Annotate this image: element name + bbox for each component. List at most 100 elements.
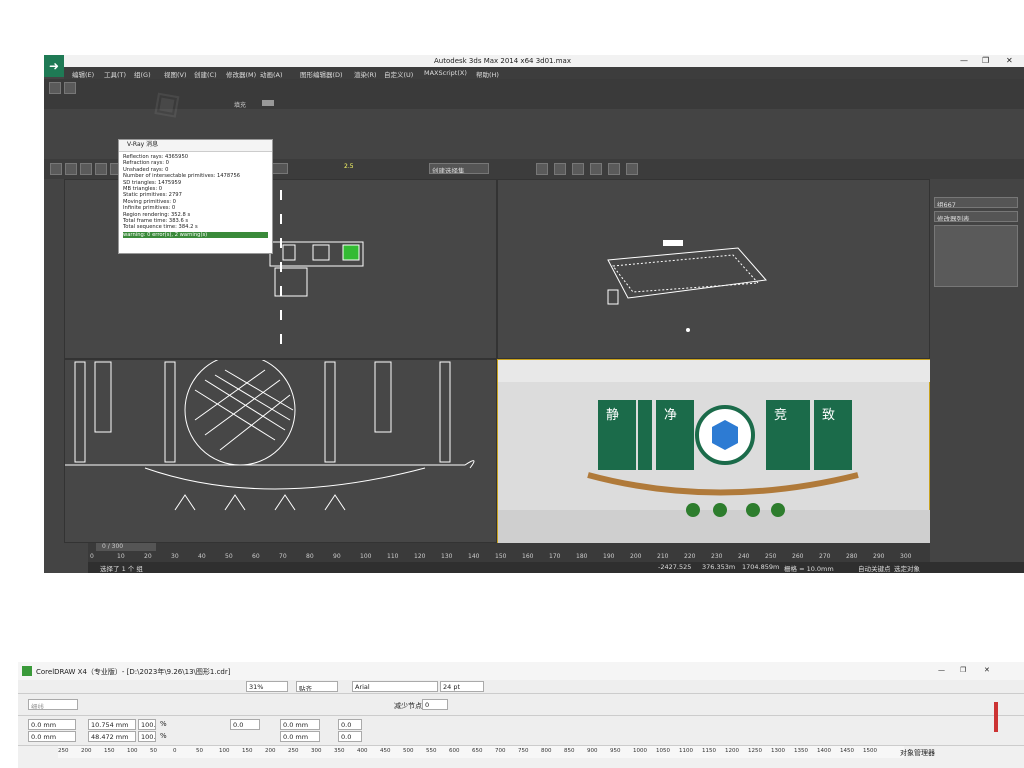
cdr-ruler-tick: 1350 — [794, 748, 808, 754]
toolbar-tool-icon[interactable] — [554, 163, 566, 175]
ruler-tick: 110 — [387, 553, 399, 560]
scale-x[interactable]: 100.0 — [138, 719, 156, 730]
cdr-ruler-tick: 900 — [587, 748, 598, 754]
offset-2-field[interactable]: 0.0 — [338, 731, 362, 742]
scale-x-unit: % — [160, 720, 167, 728]
toolbar-tool-icon[interactable] — [626, 163, 638, 175]
menu-item[interactable]: 图形编辑器(D) — [300, 69, 343, 79]
ruler-tick: 160 — [522, 553, 534, 560]
cdr-ruler-tick: 50 — [150, 748, 157, 754]
toolbar-tool-icon[interactable] — [590, 163, 602, 175]
cdr-ruler-tick: 400 — [357, 748, 368, 754]
status-bar: 选择了 1 个 组 -2427.525 376.353m 1704.859m 栅… — [88, 562, 1024, 573]
autokey-button[interactable]: 自动关键点 — [858, 563, 891, 573]
offset-1-field[interactable]: 0.0 — [338, 719, 362, 730]
menu-item[interactable]: 修改器(M) — [226, 69, 256, 79]
x-field[interactable]: 0.0 mm — [28, 719, 76, 730]
max-ribbon-tabs: 填充 — [44, 97, 1024, 109]
cdr-title: CorelDRAW X4（专业版）- [D:\2023年\9.26\13\图形1… — [36, 668, 231, 676]
coord-x[interactable]: -2427.525 — [658, 563, 691, 571]
vray-title: V-Ray 消息 — [119, 140, 272, 152]
font-size[interactable]: 24 pt — [440, 681, 484, 692]
ruler-tick: 60 — [252, 553, 260, 560]
menu-item[interactable]: 自定义(U) — [384, 69, 413, 79]
font-name[interactable]: Arial — [352, 681, 438, 692]
menu-item[interactable]: 帮助(H) — [476, 69, 499, 79]
timeline[interactable]: 0 / 300 0 10 20 30 40 50 60 70 80 90 100 110 120 130 1… — [88, 543, 930, 563]
toolbar-tool-icon[interactable] — [608, 163, 620, 175]
viewport-camera-render[interactable]: 静 净 竞 致 — [497, 359, 931, 544]
cdr-close-icon[interactable]: ✕ — [984, 666, 990, 674]
ruler-tick: 260 — [792, 553, 804, 560]
coord-z[interactable]: 1704.859m — [742, 563, 779, 571]
toolbar-tool-icon[interactable] — [65, 163, 77, 175]
pos-y-field[interactable]: 0.0 mm — [280, 731, 320, 742]
snap-dropdown[interactable]: 贴齐 — [296, 681, 338, 692]
menu-item[interactable]: 工具(T) — [104, 69, 126, 79]
timeline-frame: 0 / 300 — [102, 543, 124, 550]
coord-y[interactable]: 376.353m — [702, 563, 735, 571]
max-title: Autodesk 3ds Max 2014 x64 3d01.max — [434, 57, 571, 65]
height-field[interactable]: 48.472 mm — [88, 731, 136, 742]
ruler-tick: 70 — [279, 553, 287, 560]
y-field[interactable]: 0.0 mm — [28, 731, 76, 742]
cdr-ruler-tick: 1400 — [817, 748, 831, 754]
menu-item[interactable]: MAXScript(X) — [424, 69, 467, 77]
cdr-maximize-icon[interactable]: ❐ — [960, 666, 966, 674]
menu-item[interactable]: 编辑(E) — [72, 69, 94, 79]
toolbar-tool-icon[interactable] — [536, 163, 548, 175]
viewport-front[interactable] — [64, 354, 497, 543]
cdr-standard-toolbar: 31% 贴齐 Arial 24 pt — [18, 680, 1024, 694]
cdr-toolbox-bar: 细线 减少节点 0 — [18, 694, 1024, 716]
outline-width[interactable]: 细线 — [28, 699, 78, 710]
ruler-tick: 200 — [630, 553, 642, 560]
toolbar-tool-icon[interactable] — [95, 163, 107, 175]
selection-set[interactable]: 创建选择集 — [429, 163, 489, 174]
toolbar-tool-icon[interactable] — [572, 163, 584, 175]
ruler-tick: 80 — [306, 553, 314, 560]
ruler-tick: 290 — [873, 553, 885, 560]
reduce-nodes-label: 减少节点 — [394, 702, 422, 710]
toolbar-tool-icon[interactable] — [50, 163, 62, 175]
close-icon[interactable]: ✕ — [1006, 56, 1013, 65]
coreldraw-window: CorelDRAW X4（专业版）- [D:\2023年\9.26\13\图形1… — [18, 662, 1024, 768]
width-field[interactable]: 10.754 mm — [88, 719, 136, 730]
cdr-minimize-icon[interactable]: — — [938, 666, 945, 674]
modifier-stack[interactable] — [934, 225, 1018, 287]
ruler-tick: 230 — [711, 553, 723, 560]
scale-y[interactable]: 100.0 — [138, 731, 156, 742]
max-menubar: 编辑(E) 工具(T) 组(G) 视图(V) 创建(C) 修改器(M) 动画(A) 图形编辑器… — [64, 67, 1024, 79]
cdr-ruler-tick: 700 — [495, 748, 506, 754]
menu-item[interactable]: 创建(C) — [194, 69, 217, 79]
menu-item[interactable]: 动画(A) — [260, 69, 283, 79]
ruler-tick: 240 — [738, 553, 750, 560]
minimize-icon[interactable]: — — [960, 56, 968, 65]
menu-item[interactable]: 组(G) — [134, 69, 151, 79]
rotation-field[interactable]: 0.0 — [230, 719, 260, 730]
selected-dropdown[interactable]: 选定对象 — [894, 563, 920, 573]
camera-icon[interactable] — [262, 100, 274, 106]
menu-item[interactable]: 渲染(R) — [354, 69, 377, 79]
undo-icon[interactable] — [49, 82, 61, 94]
ruler-tick: 220 — [684, 553, 696, 560]
menu-item[interactable]: 视图(V) — [164, 69, 187, 79]
reduce-nodes-value[interactable]: 0 — [422, 699, 448, 710]
maximize-icon[interactable]: ❐ — [982, 56, 989, 65]
cdr-logo-icon — [22, 666, 32, 676]
select-icon[interactable] — [64, 82, 76, 94]
cdr-ruler-tick: 1500 — [863, 748, 877, 754]
ruler-tick: 300 — [900, 553, 912, 560]
max-logo-icon[interactable]: ➜ — [44, 55, 64, 77]
cdr-ruler-tick: 150 — [104, 748, 115, 754]
cdr-ruler-tick: 1050 — [656, 748, 670, 754]
viewport-perspective-wire[interactable] — [497, 179, 930, 359]
object-name-field[interactable]: 组667 — [934, 197, 1018, 208]
modifier-list[interactable]: 修改器列表 — [934, 211, 1018, 222]
pos-x-field[interactable]: 0.0 mm — [280, 719, 320, 730]
cdr-ruler-tick: 350 — [334, 748, 345, 754]
zoom-level[interactable]: 31% — [246, 681, 288, 692]
toolbar-tool-icon[interactable] — [80, 163, 92, 175]
viewport-tab[interactable]: 填充 — [234, 100, 246, 109]
vray-line: Total sequence time: 384.2 s — [123, 224, 198, 231]
ruler-tick: 180 — [576, 553, 588, 560]
